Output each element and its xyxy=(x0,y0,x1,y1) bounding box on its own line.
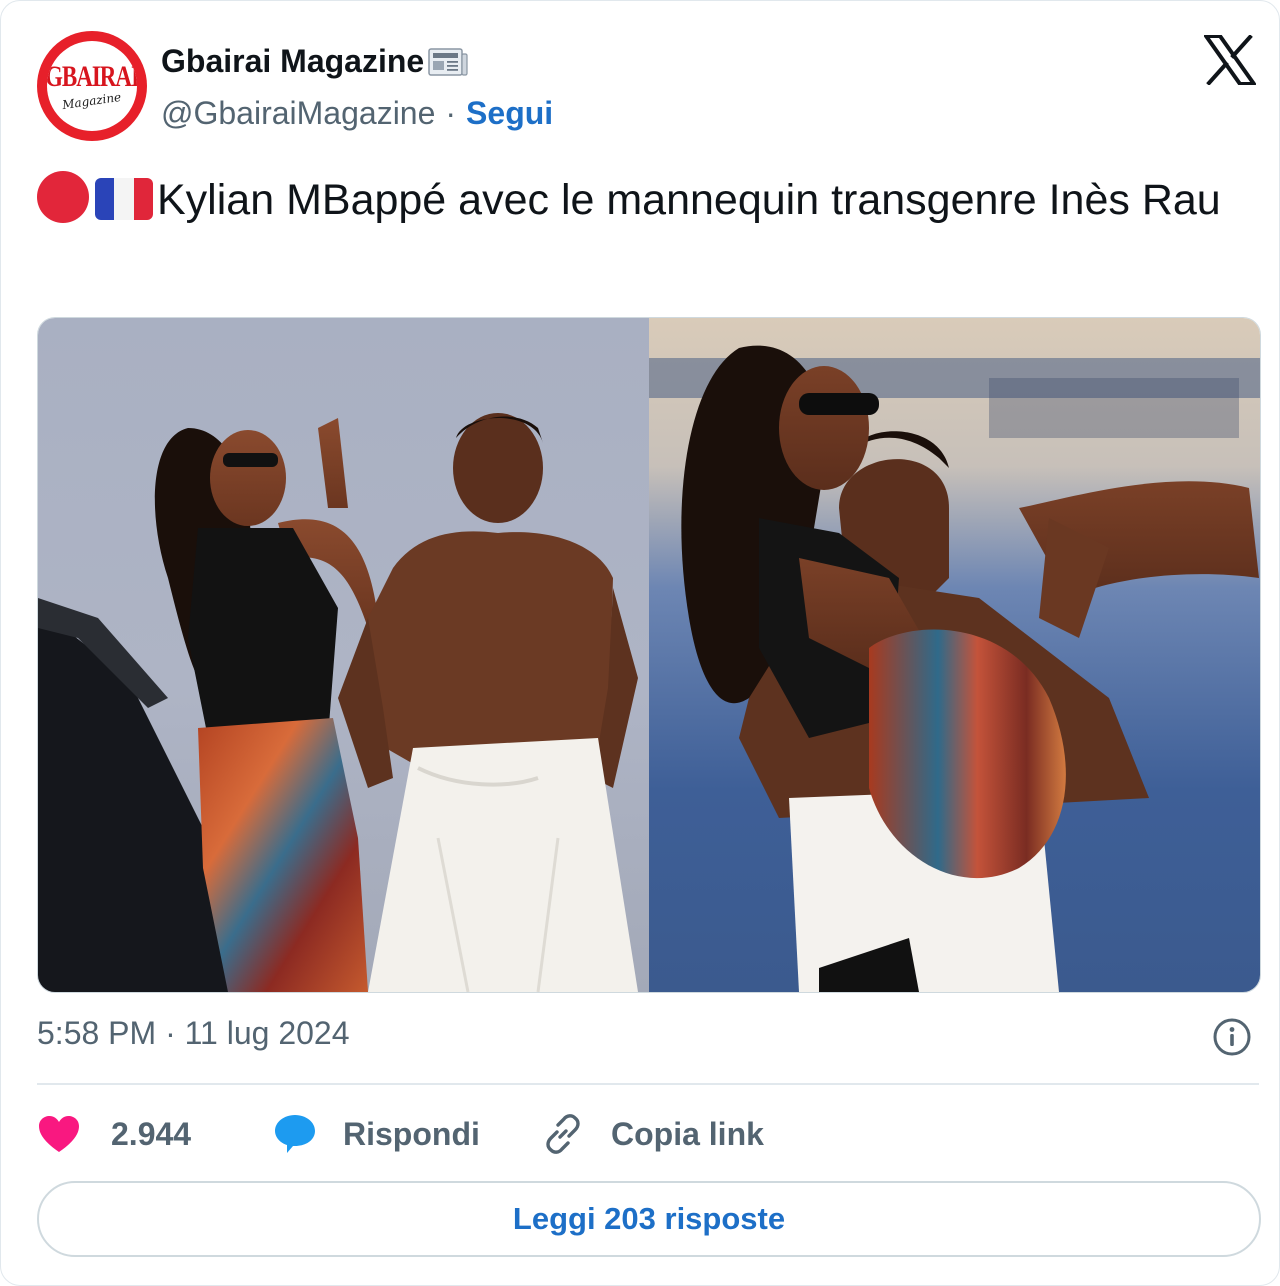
tweet-timestamp[interactable]: 5:58 PM · 11 lug 2024 xyxy=(37,1015,350,1052)
link-icon xyxy=(546,1114,580,1154)
photo-left[interactable] xyxy=(38,318,649,992)
reply-button[interactable]: Rispondi xyxy=(273,1113,541,1155)
gbairai-logo: GBAIRAI Magazine xyxy=(47,41,137,131)
account-avatar[interactable]: GBAIRAI Magazine xyxy=(37,31,147,141)
reply-label: Rispondi xyxy=(343,1115,480,1152)
info-icon[interactable] xyxy=(1212,1017,1252,1057)
avatar-logo-text: GBAIRAI xyxy=(47,59,137,93)
like-count: 2.944 xyxy=(111,1115,192,1152)
follow-button[interactable]: Segui xyxy=(466,95,553,132)
newspaper-icon xyxy=(428,47,468,76)
handle-separator: · xyxy=(445,95,457,131)
divider xyxy=(37,1083,1259,1085)
photo-right-image xyxy=(649,345,1260,992)
tweet-text: Kylian MBappé avec le mannequin transgen… xyxy=(37,171,1237,230)
read-replies-button[interactable]: Leggi 203 risposte xyxy=(37,1181,1261,1257)
account-handle-row: @GbairaiMagazine · Segui xyxy=(161,95,553,132)
tweet-body: Kylian MBappé avec le mannequin transgen… xyxy=(157,176,1221,224)
reply-bubble-icon xyxy=(275,1115,315,1153)
account-handle[interactable]: @GbairaiMagazine xyxy=(161,95,435,132)
red-circle-emoji xyxy=(37,171,89,223)
photo-right[interactable] xyxy=(649,318,1260,992)
france-flag-emoji xyxy=(95,178,153,220)
tweet-card: GBAIRAI Magazine Gbairai Magazine @Gbair… xyxy=(0,0,1280,1286)
copy-link-button[interactable]: Copia link xyxy=(541,1112,764,1156)
tweet-media[interactable] xyxy=(37,317,1261,993)
copy-link-label: Copia link xyxy=(611,1115,764,1152)
x-logo-icon[interactable] xyxy=(1204,35,1256,85)
avatar-logo-subtext: Magazine xyxy=(61,89,123,112)
tweet-actions: 2.944 Rispondi Copia link xyxy=(37,1109,764,1159)
account-name-row: Gbairai Magazine xyxy=(161,43,468,80)
photo-left-image xyxy=(38,413,638,992)
account-name[interactable]: Gbairai Magazine xyxy=(161,43,424,80)
heart-icon xyxy=(39,1116,79,1152)
like-button[interactable]: 2.944 xyxy=(37,1114,273,1154)
